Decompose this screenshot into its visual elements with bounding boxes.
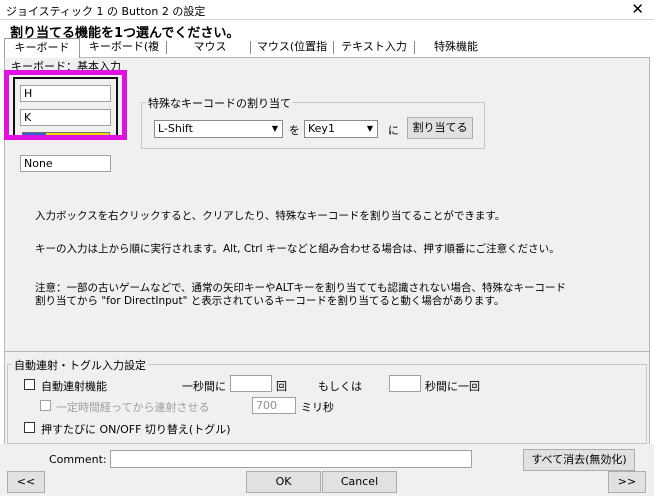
note-right-click: 入力ボックスを右クリックすると、クリアしたり、特殊なキーコードを割り当てることが… <box>35 210 506 222</box>
tab-separator <box>333 41 334 54</box>
or-label: もしくは <box>318 380 362 393</box>
tab-text-input[interactable]: テキスト入力 <box>335 38 413 57</box>
tab-mouse[interactable]: マウス <box>170 38 250 57</box>
seconds-per-once-input[interactable] <box>389 375 421 392</box>
toggle-label: 押すたびに ON/OFF 切り替え(トグル) <box>41 423 231 436</box>
tab-strip: キーボード キーボード(複 マウス マウス(位置指 テキスト入力 特殊機能 <box>4 38 650 58</box>
key-input-progress <box>22 132 110 138</box>
special-key-legend: 特殊なキーコードの割り当て <box>146 95 293 111</box>
ni-label: に <box>388 124 399 137</box>
tab-separator <box>414 41 415 54</box>
special-key-to-select[interactable]: Key1 ▼ <box>304 120 378 138</box>
times-per-second-input[interactable] <box>230 375 272 392</box>
special-key-from-value: L-Shift <box>158 122 193 135</box>
seconds-per-once-label: 秒間に一回 <box>425 380 480 393</box>
comment-input[interactable] <box>110 450 472 468</box>
title-bar: ジョイスティック 1 の Button 2 の設定 ✕ <box>0 0 654 20</box>
close-icon[interactable]: ✕ <box>631 1 644 18</box>
ms-label: ミリ秒 <box>301 401 334 414</box>
delay-label: 一定時間経ってから連射させる <box>56 401 210 414</box>
auto-fire-group: 自動連射・トグル入力設定 自動連射機能 一秒間に 回 もしくは 秒間に一回 一定… <box>7 357 647 444</box>
dropdown-arrow-icon: ▼ <box>271 124 279 133</box>
special-key-group: 特殊なキーコードの割り当て L-Shift ▼ を Key1 ▼ に 割り当てる <box>141 95 485 149</box>
tab-special[interactable]: 特殊機能 <box>416 38 496 57</box>
auto-fire-checkbox[interactable] <box>24 379 35 390</box>
progress-fill-blue <box>23 133 46 137</box>
times-suffix: 回 <box>276 380 287 393</box>
tab-mouse-position[interactable]: マウス(位置指 <box>252 38 332 57</box>
note-warning-line2: 割り当てから "for DirectInput" と表示されているキーコードを割… <box>35 295 505 307</box>
key-input-2[interactable]: K <box>20 109 111 126</box>
special-key-from-select[interactable]: L-Shift ▼ <box>154 120 283 138</box>
key-input-1[interactable]: H <box>20 85 111 102</box>
next-button[interactable]: >> <box>608 471 646 493</box>
window-title: ジョイスティック 1 の Button 2 の設定 <box>6 5 206 18</box>
tab-keyboard[interactable]: キーボード <box>4 38 80 58</box>
auto-fire-legend: 自動連射・トグル入力設定 <box>12 357 148 373</box>
dropdown-arrow-icon: ▼ <box>366 124 374 133</box>
delay-ms-input[interactable]: 700 <box>252 397 296 414</box>
footer: Comment: すべて消去(無効化) << OK Cancel >> <box>0 444 654 496</box>
special-key-to-value: Key1 <box>308 122 335 135</box>
auto-fire-section: 自動連射・トグル入力設定 自動連射機能 一秒間に 回 もしくは 秒間に一回 一定… <box>4 352 650 444</box>
delay-checkbox[interactable] <box>40 400 51 411</box>
prev-button[interactable]: << <box>7 471 45 493</box>
wo-label: を <box>289 124 300 137</box>
toggle-checkbox[interactable] <box>24 422 35 433</box>
per-second-label: 一秒間に <box>182 380 226 393</box>
group-label-basic-input: キーボード：基本入力 <box>11 60 121 73</box>
comment-label: Comment: <box>49 453 107 466</box>
ok-button[interactable]: OK <box>246 471 321 493</box>
progress-fill-yellow <box>46 133 109 137</box>
clear-all-button[interactable]: すべて消去(無効化) <box>523 449 635 471</box>
cancel-button[interactable]: Cancel <box>322 471 397 493</box>
tab-separator <box>166 41 167 54</box>
key-input-3[interactable]: None <box>20 155 111 172</box>
tab-separator <box>250 41 251 54</box>
note-order: キーの入力は上から順に実行されます。Alt, Ctrl キーなどと組み合わせる場… <box>35 243 560 255</box>
auto-fire-label: 自動連射機能 <box>41 380 107 393</box>
tab-keyboard-multi[interactable]: キーボード(複 <box>84 38 164 57</box>
assign-button[interactable]: 割り当てる <box>407 117 473 139</box>
